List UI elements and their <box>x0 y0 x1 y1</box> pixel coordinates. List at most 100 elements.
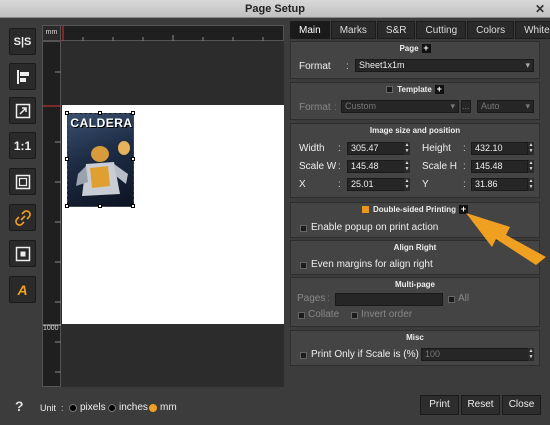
unit-label: Unit <box>40 403 57 413</box>
resize-handle[interactable] <box>131 204 135 208</box>
print-button[interactable]: Print <box>420 395 459 415</box>
height-input[interactable]: 432.10 <box>471 142 528 155</box>
unit-pixels-label: pixels <box>80 402 106 413</box>
collate-label: Collate <box>308 309 340 320</box>
resize-handle[interactable] <box>98 111 102 115</box>
orientation-select[interactable]: Auto ▾ <box>477 100 534 113</box>
fit-page-button[interactable] <box>9 97 36 124</box>
ruler-unit: mm <box>42 25 61 41</box>
x-stepper[interactable]: ▲ ▼ <box>404 178 410 191</box>
split-icon: S|S <box>13 35 32 48</box>
y-input[interactable]: 31.86 <box>471 178 528 191</box>
actual-size-button[interactable]: 1:1 <box>9 132 36 159</box>
template-expand-button[interactable]: + <box>434 85 444 95</box>
artwork-image[interactable]: CALDERA <box>67 113 134 207</box>
chevron-down-icon: ▾ <box>525 101 530 111</box>
ruler-left <box>42 41 62 387</box>
template-checkbox[interactable] <box>386 86 394 93</box>
template-more-button[interactable]: ... <box>461 100 471 113</box>
text-icon: A <box>17 281 28 298</box>
fit-icon <box>15 103 30 118</box>
x-input[interactable]: 25.01 <box>347 178 405 191</box>
scale-w-label: Scale W <box>299 161 337 172</box>
template-format-select[interactable]: Custom ▾ <box>341 100 459 113</box>
resize-handle[interactable] <box>131 157 135 161</box>
window-close-icon[interactable]: ✕ <box>534 3 546 15</box>
print-only-scale-input[interactable]: 100 <box>421 348 529 361</box>
resize-handle[interactable] <box>98 204 102 208</box>
chevron-down-icon: ▾ <box>525 60 530 70</box>
close-button[interactable]: Close <box>502 395 541 415</box>
double-sided-checkbox[interactable] <box>361 206 369 213</box>
tab-main[interactable]: Main <box>290 21 330 39</box>
invert-order-checkbox[interactable] <box>351 312 358 319</box>
title-bar: Page Setup ✕ <box>0 0 550 18</box>
format-select[interactable]: Sheet1x1m ▾ <box>355 59 534 72</box>
window-title: Page Setup <box>245 3 305 15</box>
resize-handle[interactable] <box>131 111 135 115</box>
collate-checkbox[interactable] <box>298 312 305 319</box>
help-icon[interactable]: ? <box>15 398 24 414</box>
tab-colors[interactable]: Colors <box>467 21 515 39</box>
height-stepper[interactable]: ▲ ▼ <box>528 142 534 155</box>
page-header: Page + <box>291 44 539 54</box>
print-only-stepper[interactable]: ▲ ▼ <box>528 348 534 361</box>
print-only-checkbox[interactable] <box>300 352 307 359</box>
enable-popup-checkbox[interactable] <box>300 225 307 232</box>
page-title: Page <box>399 44 419 53</box>
unit-inches-label: inches <box>119 402 148 413</box>
height-label: Height <box>422 143 451 154</box>
y-label: Y <box>422 179 429 190</box>
resize-handle[interactable] <box>65 111 69 115</box>
unit-pixels-radio[interactable] <box>69 404 77 412</box>
link-button[interactable] <box>9 204 36 231</box>
reset-button[interactable]: Reset <box>461 395 500 415</box>
format-value: Sheet1x1m <box>359 60 405 70</box>
resize-handle[interactable] <box>65 204 69 208</box>
even-margins-label: Even margins for align right <box>311 259 433 270</box>
align-left-button[interactable] <box>9 63 36 90</box>
multipage-panel: Multi-page Pages : All Collate Invert or… <box>290 277 540 327</box>
text-button[interactable]: A <box>9 276 36 303</box>
tab-bar: Main Marks S&R Cutting Colors White <box>290 21 550 39</box>
all-pages-checkbox[interactable] <box>448 296 455 303</box>
invert-order-label: Invert order <box>361 309 413 320</box>
orientation-value: Auto <box>481 101 500 111</box>
template-format-value: Custom <box>345 101 377 111</box>
more-label: ... <box>462 101 470 111</box>
resize-handle[interactable] <box>65 157 69 161</box>
x-label: X <box>299 179 306 190</box>
size-header: Image size and position <box>369 126 461 135</box>
tab-cutting[interactable]: Cutting <box>416 21 467 39</box>
scale-h-stepper[interactable]: ▲ ▼ <box>528 160 534 173</box>
unit-inches-radio[interactable] <box>108 404 116 412</box>
page-expand-button[interactable]: + <box>421 44 431 54</box>
multipage-header: Multi-page <box>395 280 435 289</box>
ruler-top <box>42 25 284 42</box>
y-stepper[interactable]: ▲ ▼ <box>528 178 534 191</box>
frame-button[interactable] <box>9 168 36 195</box>
tab-white[interactable]: White <box>515 21 550 39</box>
scale-h-label: Scale H <box>422 161 458 172</box>
scale-w-input[interactable]: 145.48 <box>347 160 405 173</box>
artwork-figure <box>76 141 130 196</box>
double-sided-title: Double-sided Printing <box>372 205 457 214</box>
size-panel: Image size and position Width : 305.47 ▲… <box>290 123 540 198</box>
tab-step-repeat[interactable]: S&R <box>376 21 416 39</box>
pages-input[interactable] <box>335 293 443 306</box>
tab-marks[interactable]: Marks <box>330 21 376 39</box>
format-label: Format <box>299 61 331 72</box>
unit-mm-label: mm <box>160 402 177 413</box>
split-view-button[interactable]: S|S <box>9 28 36 55</box>
unit-mm-radio[interactable] <box>149 404 157 412</box>
align-left-icon <box>16 69 29 84</box>
scale-h-input[interactable]: 145.48 <box>471 160 528 173</box>
center-button[interactable] <box>9 240 36 267</box>
width-stepper[interactable]: ▲ ▼ <box>404 142 410 155</box>
print-only-label: Print Only if Scale is (%) <box>311 349 419 360</box>
annotation-arrow-icon <box>466 213 546 265</box>
even-margins-checkbox[interactable] <box>300 262 307 269</box>
scale-w-stepper[interactable]: ▲ ▼ <box>404 160 410 173</box>
actual-size-icon: 1:1 <box>13 138 32 153</box>
width-input[interactable]: 305.47 <box>347 142 405 155</box>
